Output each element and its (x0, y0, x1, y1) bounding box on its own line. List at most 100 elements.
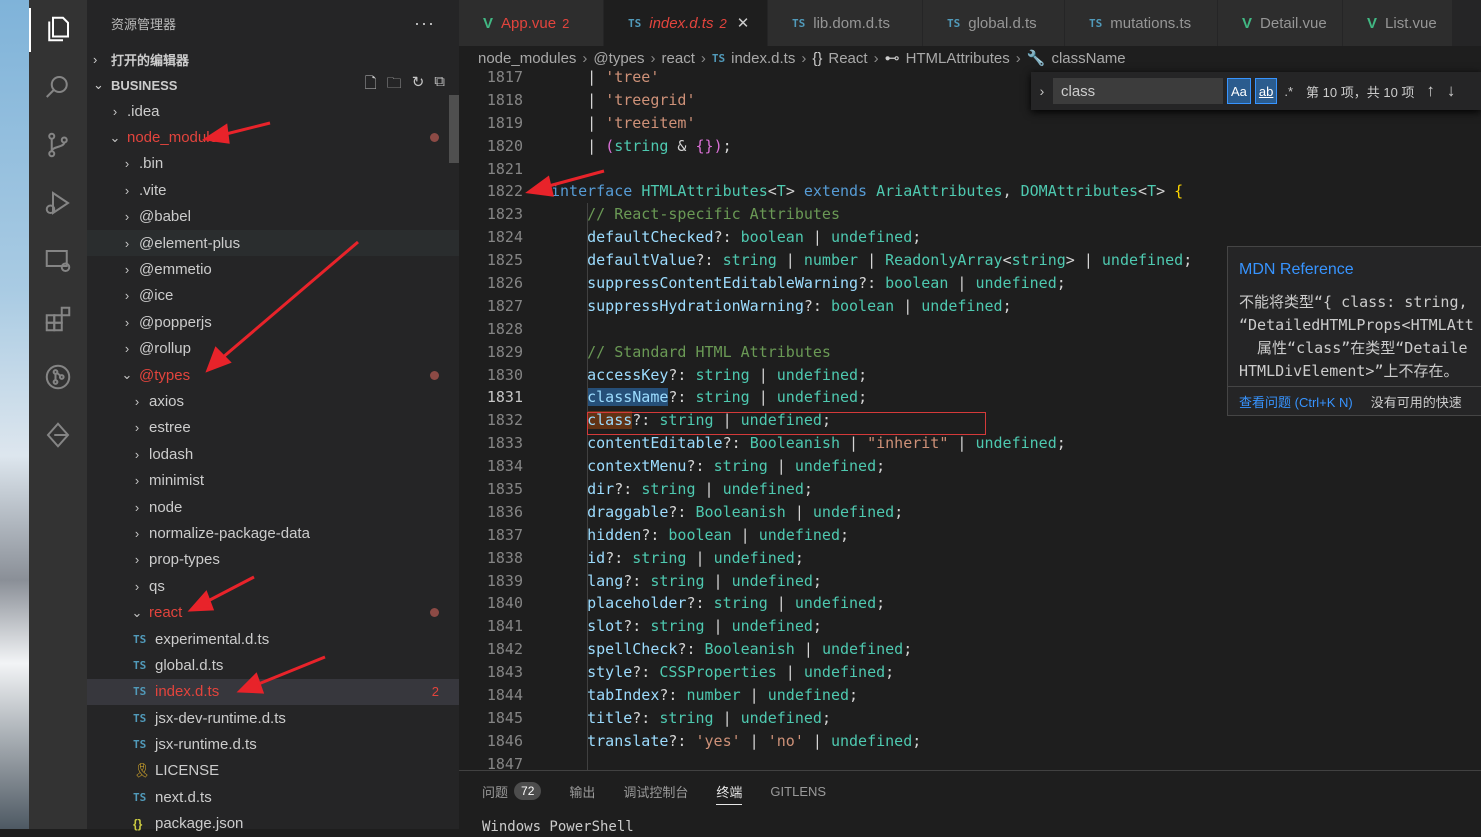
editor-tab[interactable]: V List.vue (1343, 0, 1453, 46)
code-line[interactable]: contentEditable?: Booleanish | "inherit"… (551, 432, 1481, 455)
tree-item[interactable]: TS experimental.d.ts (87, 626, 459, 652)
breadcrumb-item[interactable]: React (828, 50, 867, 67)
tree-item[interactable]: › qs (87, 573, 459, 599)
gitlens-icon[interactable] (41, 360, 75, 394)
tree-item[interactable]: › @emmetio (87, 256, 459, 282)
toggle-replace-chevron-icon[interactable]: › (1031, 83, 1053, 99)
regex-toggle[interactable]: .* (1281, 79, 1296, 103)
open-editors-section[interactable]: › 打开的编辑器 (87, 46, 459, 72)
panel-tab[interactable]: GITLENS (770, 771, 826, 811)
code-line[interactable] (551, 158, 1481, 181)
run-debug-icon[interactable] (41, 186, 75, 220)
code-line[interactable]: id?: string | undefined; (551, 547, 1481, 570)
view-problem-link[interactable]: 查看问题 (Ctrl+K N) (1239, 392, 1353, 411)
code-line[interactable]: draggable?: Booleanish | undefined; (551, 501, 1481, 524)
tree-item[interactable]: › node (87, 494, 459, 520)
tree-item[interactable]: › @element-plus (87, 229, 459, 257)
panel-tab[interactable]: 问题 72 (482, 771, 542, 811)
code-line[interactable]: | (string & {}); (551, 135, 1481, 158)
editor-tab[interactable]: V App.vue 2 (459, 0, 604, 46)
code-line[interactable]: slot?: string | undefined; (551, 615, 1481, 638)
code-line[interactable]: tabIndex?: number | undefined; (551, 684, 1481, 707)
breadcrumb-item[interactable]: react (662, 50, 695, 67)
panel-tab[interactable]: 终端 (716, 771, 743, 811)
timeline-icon[interactable] (41, 418, 75, 452)
search-icon[interactable] (41, 70, 75, 104)
code-token: HTMLAttributes (641, 182, 768, 201)
more-actions-icon[interactable]: ··· (414, 13, 435, 34)
code-token: | (713, 708, 741, 727)
find-input[interactable]: class (1053, 78, 1223, 104)
tree-item[interactable]: TS jsx-dev-runtime.d.ts (87, 705, 459, 731)
tree-item[interactable]: TS next.d.ts (87, 784, 459, 810)
tree-item[interactable]: › @ice (87, 283, 459, 309)
terminal-output[interactable]: Windows PowerShell (459, 819, 1481, 835)
tree-item[interactable]: › axios (87, 388, 459, 414)
collapse-all-icon[interactable]: ⧉ (434, 73, 445, 98)
code-line[interactable]: placeholder?: string | undefined; (551, 592, 1481, 615)
extensions-icon[interactable] (41, 302, 75, 336)
code-line[interactable]: spellCheck?: Booleanish | undefined; (551, 638, 1481, 661)
breadcrumb-item[interactable]: HTMLAttributes (906, 50, 1010, 67)
mdn-reference-link[interactable]: MDN Reference (1228, 247, 1481, 279)
code-line[interactable]: | 'treeitem' (551, 112, 1481, 135)
tree-item[interactable]: › @babel (87, 204, 459, 230)
explorer-icon[interactable] (41, 12, 75, 46)
code-line[interactable]: dir?: string | undefined; (551, 478, 1481, 501)
code-token: > | (1065, 251, 1102, 270)
tree-item[interactable]: ⌄ @types (87, 362, 459, 388)
tree-item[interactable]: › .idea (87, 98, 459, 124)
editor-tab[interactable]: V Detail.vue (1218, 0, 1343, 46)
panel-tab-label: 终端 (716, 784, 743, 800)
code-line[interactable]: lang?: string | undefined; (551, 570, 1481, 593)
chevron-down-icon: ⌄ (109, 129, 121, 145)
breadcrumb-item[interactable]: node_modules (478, 50, 576, 67)
tree-item[interactable]: › normalize-package-data (87, 520, 459, 546)
tree-item[interactable]: › minimist (87, 467, 459, 493)
project-section[interactable]: ⌄ BUSINESS 🗋 🗀 ↻ ⧉ (87, 72, 459, 98)
editor-tab[interactable]: TS lib.dom.d.ts (768, 0, 923, 46)
previous-match-icon[interactable]: ↑ (1426, 81, 1435, 101)
tree-item[interactable]: › lodash (87, 441, 459, 467)
editor-tab[interactable]: TS global.d.ts (923, 0, 1065, 46)
code-token: ; (1002, 296, 1012, 315)
code-line[interactable]: style?: CSSProperties | undefined; (551, 661, 1481, 684)
editor-tab[interactable]: TS mutations.ts (1065, 0, 1218, 46)
tree-item[interactable]: › estree (87, 415, 459, 441)
code-line[interactable]: interface HTMLAttributes<T> extends Aria… (551, 180, 1481, 203)
sidebar-scrollbar[interactable] (449, 95, 459, 163)
code-line[interactable]: // React-specific Attributes (551, 203, 1481, 226)
tree-item[interactable]: TS index.d.ts 2 (87, 678, 459, 705)
panel-tab[interactable]: 调试控制台 (623, 771, 688, 811)
new-folder-icon[interactable]: 🗀 (387, 73, 402, 98)
tree-item[interactable]: › .vite (87, 177, 459, 203)
tree-item-label: index.d.ts (155, 683, 220, 701)
code-line[interactable]: title?: string | undefined; (551, 707, 1481, 730)
breadcrumb-item[interactable]: index.d.ts (731, 50, 795, 67)
tree-item[interactable]: TS global.d.ts (87, 652, 459, 678)
panel-tab[interactable]: 输出 (569, 771, 595, 811)
editor-tab[interactable]: TS index.d.ts 2 ✕ (604, 0, 768, 46)
match-case-toggle[interactable]: Aa (1227, 78, 1251, 104)
code-line[interactable]: translate?: 'yes' | 'no' | undefined; (551, 730, 1481, 753)
whole-word-toggle[interactable]: ab (1254, 78, 1278, 104)
tree-item[interactable]: TS jsx-runtime.d.ts (87, 731, 459, 757)
remote-explorer-icon[interactable] (41, 244, 75, 278)
close-tab-icon[interactable]: ✕ (737, 14, 750, 32)
refresh-icon[interactable]: ↻ (412, 73, 425, 98)
tree-item[interactable]: › @popperjs (87, 309, 459, 335)
tree-item[interactable]: ⌄ react (87, 599, 459, 625)
tree-item[interactable]: 🎗 LICENSE (87, 758, 459, 784)
source-control-icon[interactable] (41, 128, 75, 162)
breadcrumb-item[interactable]: className (1051, 50, 1125, 67)
tree-item[interactable]: ⌄ node_modules (87, 124, 459, 150)
tree-item[interactable]: {} package.json (87, 811, 459, 837)
next-match-icon[interactable]: ↓ (1447, 81, 1456, 101)
tree-item[interactable]: › prop-types (87, 547, 459, 573)
tree-item[interactable]: › .bin (87, 151, 459, 177)
tree-item[interactable]: › @rollup (87, 336, 459, 362)
breadcrumb-item[interactable]: @types (593, 50, 644, 67)
code-line[interactable]: contextMenu?: string | undefined; (551, 455, 1481, 478)
new-file-icon[interactable]: 🗋 (365, 73, 377, 98)
code-line[interactable]: hidden?: boolean | undefined; (551, 524, 1481, 547)
